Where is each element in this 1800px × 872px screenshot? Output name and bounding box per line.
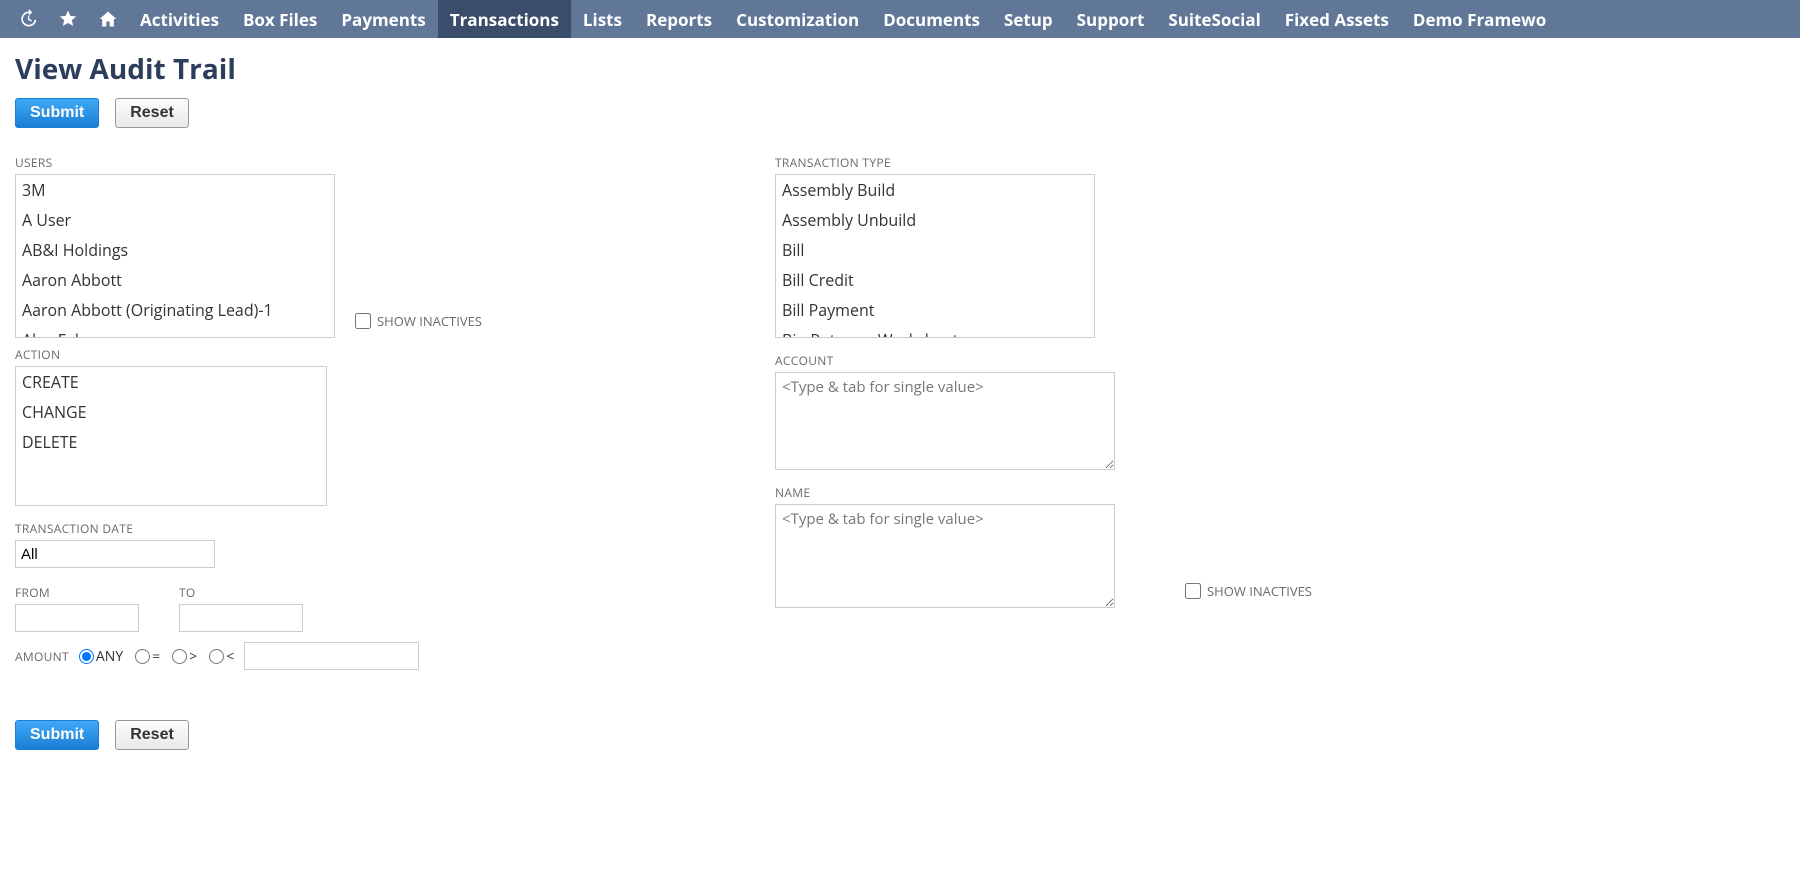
form-area: USERS 3MA UserAB&I HoldingsAaron AbbottA… [0,146,1800,670]
list-item[interactable]: CREATE [16,367,326,397]
to-date-input[interactable] [179,604,303,632]
nav-item-transactions[interactable]: Transactions [438,0,571,38]
name-label: NAME [775,484,1475,501]
page-title: View Audit Trail [0,38,1800,94]
show-inactives-label: SHOW INACTIVES [377,312,482,330]
name-input[interactable]: <Type & tab for single value> [775,504,1115,608]
show-inactives-name[interactable]: SHOW INACTIVES [1185,582,1312,600]
show-inactives-users-checkbox[interactable] [355,313,371,329]
amount-radio-eq[interactable] [135,649,150,664]
nav-item-box-files[interactable]: Box Files [231,0,329,38]
list-item[interactable]: 3M [16,175,334,205]
list-item[interactable]: Bill Credit [776,265,1094,295]
top-nav: ActivitiesBox FilesPaymentsTransactionsL… [0,0,1800,38]
nav-item-setup[interactable]: Setup [992,0,1065,38]
account-input[interactable]: <Type & tab for single value> [775,372,1115,470]
left-column: USERS 3MA UserAB&I HoldingsAaron AbbottA… [15,146,715,670]
reset-button[interactable]: Reset [115,98,189,128]
amount-radio-lt[interactable] [209,649,224,664]
nav-item-reports[interactable]: Reports [634,0,724,38]
to-label: TO [179,584,303,601]
nav-item-payments[interactable]: Payments [329,0,437,38]
show-inactives-name-checkbox[interactable] [1185,583,1201,599]
amount-label: AMOUNT [15,648,69,665]
nav-items: ActivitiesBox FilesPaymentsTransactionsL… [128,0,1558,38]
show-inactives-name-label: SHOW INACTIVES [1207,582,1312,600]
list-item[interactable]: Bill Payment [776,295,1094,325]
nav-item-documents[interactable]: Documents [871,0,992,38]
nav-item-support[interactable]: Support [1065,0,1157,38]
amount-lt[interactable]: < [209,647,234,666]
amount-input[interactable] [244,642,419,670]
transaction-type-label: TRANSACTION TYPE [775,154,1475,171]
amount-any[interactable]: ANY [79,647,123,666]
transaction-date-select[interactable] [15,540,215,568]
star-icon[interactable] [48,0,88,38]
amount-radio-any[interactable] [79,649,94,664]
recent-icon[interactable] [8,0,48,38]
nav-item-demo-framewo[interactable]: Demo Framewo [1401,0,1558,38]
amount-gt[interactable]: > [172,647,197,666]
from-label: FROM [15,584,139,601]
list-item[interactable]: DELETE [16,427,326,457]
list-item[interactable]: Aaron Abbott [16,265,334,295]
users-label: USERS [15,154,715,171]
list-item[interactable]: CHANGE [16,397,326,427]
show-inactives-users[interactable]: SHOW INACTIVES [355,312,482,330]
nav-item-lists[interactable]: Lists [571,0,634,38]
list-item[interactable]: Assembly Unbuild [776,205,1094,235]
submit-button-bottom[interactable]: Submit [15,720,99,750]
list-item[interactable]: Aaron Abbott (Originating Lead)-1 [16,295,334,325]
action-label: ACTION [15,346,715,363]
nav-item-fixed-assets[interactable]: Fixed Assets [1273,0,1401,38]
amount-radio-gt[interactable] [172,649,187,664]
button-row-bottom: Submit Reset [0,670,1800,770]
nav-item-suitesocial[interactable]: SuiteSocial [1156,0,1272,38]
list-item[interactable]: Alex Fehrs [16,325,334,338]
reset-button-bottom[interactable]: Reset [115,720,189,750]
home-icon[interactable] [88,0,128,38]
list-item[interactable]: Assembly Build [776,175,1094,205]
list-item[interactable]: A User [16,205,334,235]
button-row-top: Submit Reset [0,94,1800,146]
users-listbox[interactable]: 3MA UserAB&I HoldingsAaron AbbottAaron A… [15,174,335,338]
list-item[interactable]: Bill [776,235,1094,265]
transaction-date-label: TRANSACTION DATE [15,520,715,537]
from-date-input[interactable] [15,604,139,632]
submit-button[interactable]: Submit [15,98,99,128]
nav-item-activities[interactable]: Activities [128,0,231,38]
right-column: TRANSACTION TYPE Assembly BuildAssembly … [775,146,1475,670]
action-listbox[interactable]: CREATECHANGEDELETE [15,366,327,506]
transaction-type-listbox[interactable]: Assembly BuildAssembly UnbuildBillBill C… [775,174,1095,338]
account-label: ACCOUNT [775,352,1475,369]
list-item[interactable]: Bin Putaway Worksheet [776,325,1094,338]
amount-row: AMOUNT ANY = > < [15,642,715,670]
nav-item-customization[interactable]: Customization [724,0,871,38]
list-item[interactable]: AB&I Holdings [16,235,334,265]
amount-eq[interactable]: = [135,647,160,666]
